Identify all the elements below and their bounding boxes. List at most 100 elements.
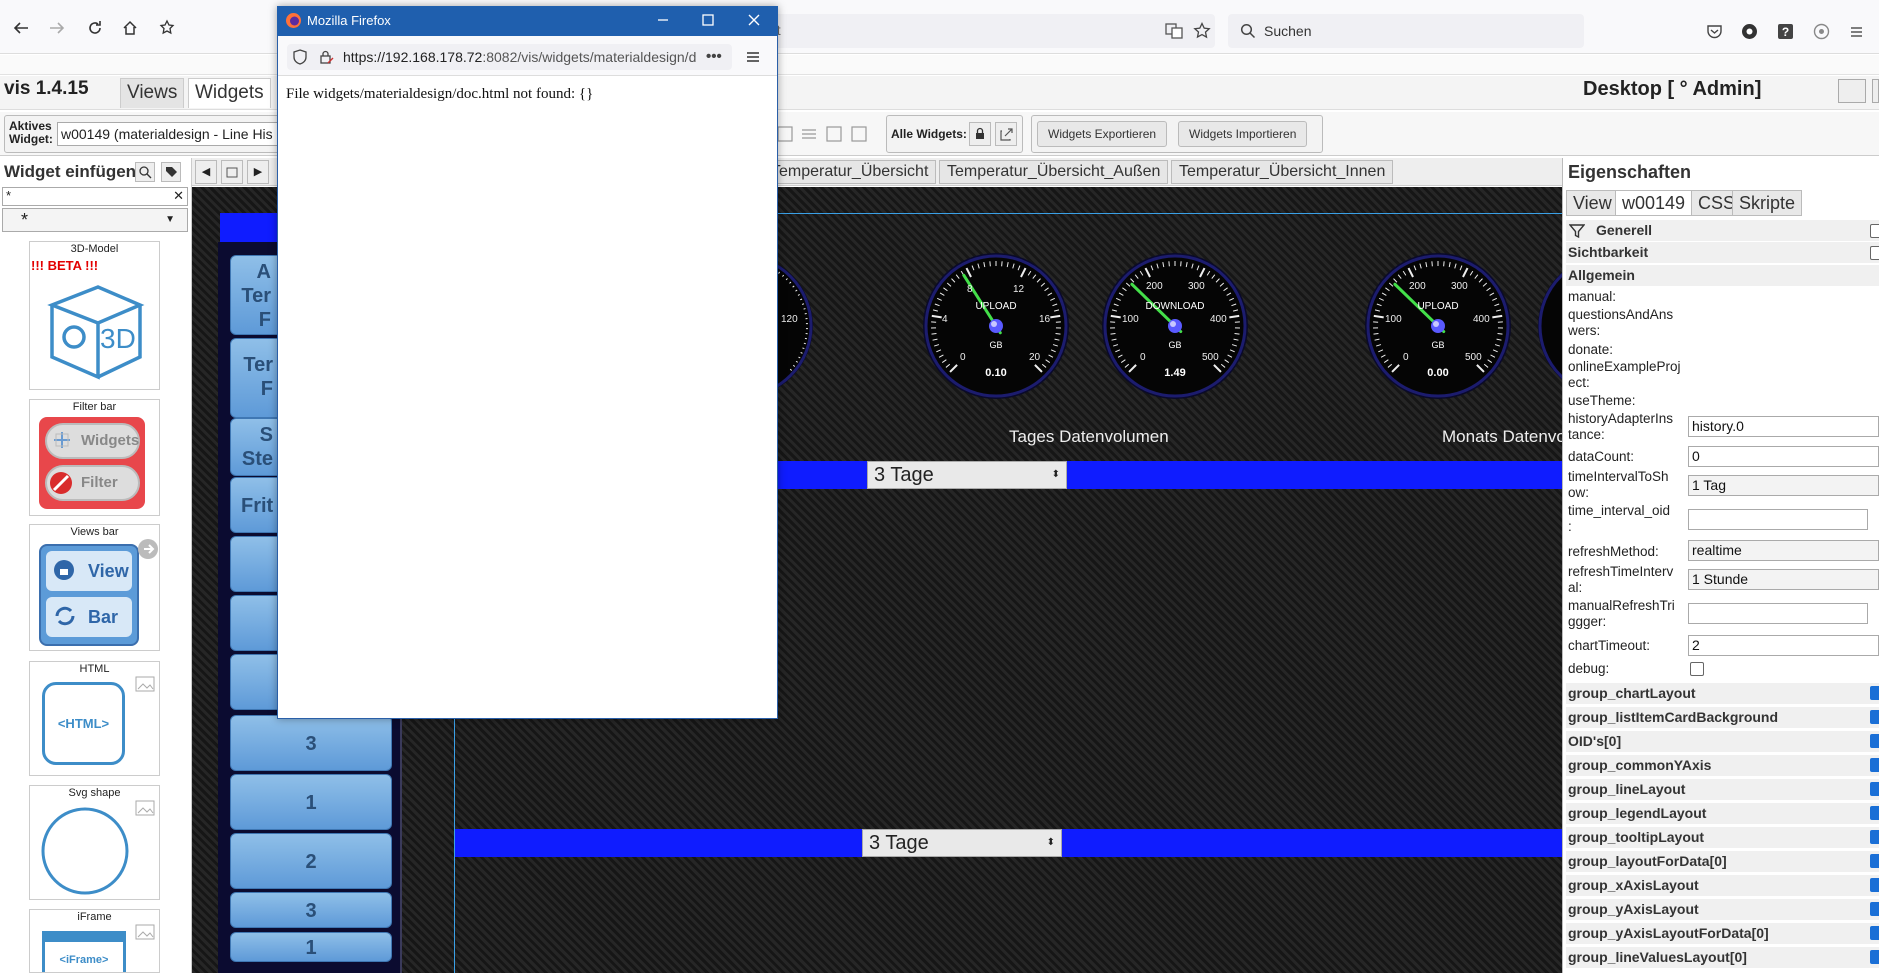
menu-button[interactable]: 2 [230,833,392,889]
maximize-icon[interactable] [700,12,716,28]
active-widget-select[interactable]: w00149 (materialdesign - Line His [57,122,279,146]
palette-item-filter-bar[interactable]: Filter bar Widgets Filter [29,399,160,516]
palette-tag-icon[interactable] [161,162,181,182]
manual-refresh-input[interactable] [1688,603,1868,624]
palette-item-html[interactable]: HTML <HTML> [29,661,160,776]
translate-icon[interactable] [1165,22,1183,40]
time-range-select[interactable]: 3 Tage ⬍ [867,461,1067,489]
group-row[interactable]: group_legendLayout [1566,803,1879,824]
menu-button[interactable]: 1 [230,932,392,962]
reload-icon[interactable] [86,19,104,37]
group-checkbox[interactable] [1870,830,1879,844]
tab-temperatur-uebersicht-innen[interactable]: Temperatur_Übersicht_Innen [1171,160,1394,184]
minimize-icon[interactable] [655,12,671,30]
sichtbarkeit-checkbox[interactable] [1870,246,1879,260]
export-widgets-button[interactable]: Widgets Exportieren [1037,121,1168,147]
group-checkbox[interactable] [1870,950,1879,964]
extension-icon[interactable] [1813,23,1830,40]
clear-filter-icon[interactable]: ✕ [173,188,184,204]
group-row[interactable]: group_chartLayout [1566,683,1879,704]
chart-timeout-input[interactable]: 2 [1688,635,1879,656]
palette-filter-input[interactable]: * ✕ [2,187,188,206]
palette-search-icon[interactable] [135,162,155,182]
topbar-edge-button[interactable] [1872,79,1879,103]
close-icon[interactable] [746,12,762,28]
palette-item-iframe[interactable]: iFrame <iFrame> [29,909,160,973]
lock-warning-icon[interactable] [318,49,334,65]
settings-icon[interactable] [1848,23,1865,40]
section-generell[interactable]: Generell [1566,220,1879,241]
group-checkbox[interactable] [1870,782,1879,796]
group-row[interactable]: group_tooltipLayout [1566,827,1879,848]
refresh-method-select[interactable]: realtime [1688,540,1879,561]
time-interval-select[interactable]: 1 Tag [1688,475,1879,496]
firefox-popup-window [277,6,778,719]
account-icon[interactable] [1741,23,1758,40]
group-row[interactable]: group_lineLayout [1566,779,1879,800]
group-row[interactable]: group_xAxisLayout [1566,875,1879,896]
popup-url-field[interactable]: https://192.168.178.72:8082/vis/widgets/… [287,44,732,70]
data-count-input[interactable]: 0 [1688,446,1879,467]
star-icon[interactable] [1193,22,1211,40]
more-dots-icon[interactable]: ••• [706,48,722,65]
tab-view[interactable]: View [1566,190,1619,216]
logout-button[interactable] [1838,79,1866,103]
group-checkbox[interactable] [1870,734,1879,748]
group-checkbox[interactable] [1870,710,1879,724]
pocket-icon[interactable] [1706,23,1723,40]
time-range-value: 3 Tage [869,832,929,854]
import-widgets-button[interactable]: Widgets Importieren [1178,121,1308,147]
history-adapter-select[interactable]: history.0 [1688,416,1879,437]
back-icon[interactable] [12,19,30,37]
hamburger-menu-icon[interactable] [745,49,761,65]
forward-icon[interactable] [48,19,66,37]
palette-item-svg-shape[interactable]: Svg shape [29,785,160,900]
tabs-menu-icon[interactable] [221,160,243,184]
section-sichtbarkeit[interactable]: Sichtbarkeit [1566,242,1879,263]
menu-button[interactable]: 3 [230,715,392,771]
group-row[interactable]: OID's[0] [1566,731,1879,752]
group-row[interactable]: group_listItemCardBackground [1566,707,1879,728]
menu-button[interactable]: 3 [230,892,392,928]
search-input[interactable]: Suchen [1228,14,1584,48]
refresh-interval-select[interactable]: 1 Stunde [1688,569,1879,590]
group-row[interactable]: group_yAxisLayoutForData[0] [1566,923,1879,944]
group-checkbox[interactable] [1870,854,1879,868]
palette-item-3d-model[interactable]: 3D-Model !!! BETA !!! 3D [29,241,160,390]
url-bar[interactable]: cht [760,14,1215,48]
palette-item-views-bar[interactable]: Views bar View Bar [29,524,160,651]
group-checkbox[interactable] [1870,926,1879,940]
tab-temperatur-uebersicht[interactable]: Temperatur_Übersicht [763,160,937,184]
group-checkbox[interactable] [1870,806,1879,820]
tab-views[interactable]: Views [120,78,185,108]
shield-icon[interactable] [292,49,308,65]
tabs-scroll-left-icon[interactable]: ◀ [195,160,217,184]
section-allgemein[interactable]: Allgemein [1566,265,1879,286]
group-row[interactable]: group_commonYAxis [1566,755,1879,776]
tab-widgets[interactable]: Widgets [188,78,271,108]
home-icon[interactable] [121,19,139,37]
group-row[interactable]: group_yAxisLayout [1566,899,1879,920]
open-external-icon[interactable] [995,122,1017,146]
tab-temperatur-uebersicht-aussen[interactable]: Temperatur_Übersicht_Außen [939,160,1169,184]
group-row[interactable]: group_lineValuesLayout[0] [1566,947,1879,968]
debug-checkbox[interactable] [1690,662,1704,676]
group-checkbox[interactable] [1870,902,1879,916]
tabs-scroll-right-icon[interactable]: ▶ [247,160,269,184]
help-icon[interactable]: ? [1777,23,1794,40]
widgets-chip-icon [53,431,71,449]
group-checkbox[interactable] [1870,686,1879,700]
section-generell-label: Generell [1596,222,1653,238]
tab-widget-id[interactable]: w00149 [1615,190,1693,216]
lock-icon[interactable] [969,122,991,146]
menu-button[interactable]: 1 [230,774,392,830]
time-interval-oid-input[interactable] [1688,509,1868,530]
generell-checkbox[interactable] [1870,224,1879,238]
group-row[interactable]: group_layoutForData[0] [1566,851,1879,872]
time-range-select-2[interactable]: 3 Tage ⬍ [862,829,1062,857]
group-checkbox[interactable] [1870,758,1879,772]
tab-skripte[interactable]: Skripte [1732,190,1803,216]
bookmark-toolbar-icon[interactable] [158,19,176,37]
group-checkbox[interactable] [1870,878,1879,892]
widget-set-select[interactable]: * ▼ [2,208,188,232]
